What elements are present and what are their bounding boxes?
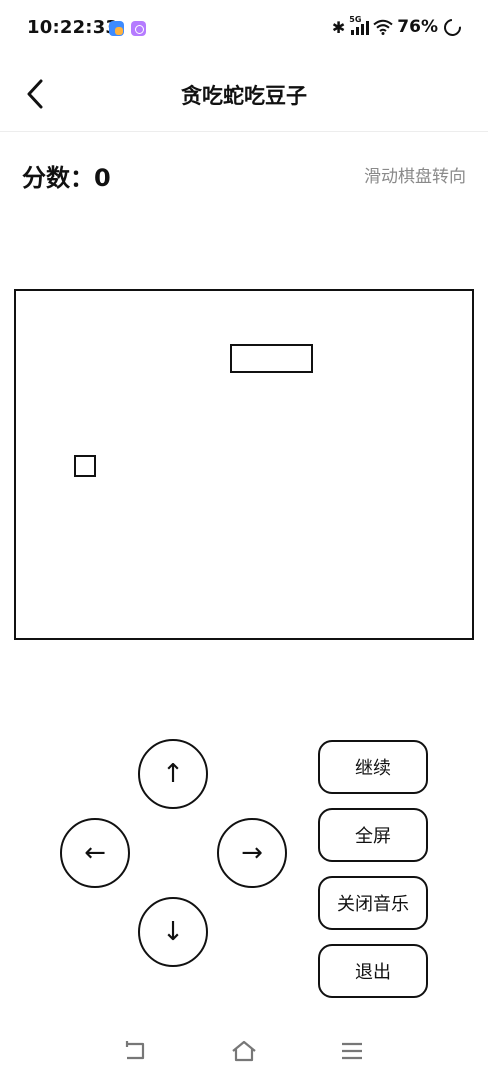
status-time: 10:22:33 xyxy=(27,17,119,38)
app-notification-icon-2 xyxy=(131,21,146,36)
status-indicators: ✱ 5G 76% xyxy=(331,15,465,39)
nav-back-button[interactable] xyxy=(121,1036,151,1066)
bluetooth-icon: ✱ xyxy=(331,17,346,37)
nav-menu-button[interactable] xyxy=(337,1036,367,1066)
system-nav-bar xyxy=(0,1022,488,1080)
return-icon xyxy=(125,1041,145,1060)
exit-button[interactable]: 退出 xyxy=(318,944,428,998)
down-button[interactable]: ↓ xyxy=(138,897,208,967)
status-bar: 10:22:33 ✱ 5G 76% xyxy=(0,0,488,58)
continue-button[interactable]: 继续 xyxy=(318,740,428,794)
app-header: 贪吃蛇吃豆子 xyxy=(0,58,488,132)
snake xyxy=(230,344,313,373)
music-toggle-button[interactable]: 关闭音乐 xyxy=(318,876,428,930)
battery-level: 76% xyxy=(397,17,438,37)
up-button[interactable]: ↑ xyxy=(138,739,208,809)
page-title: 贪吃蛇吃豆子 xyxy=(181,84,307,108)
fullscreen-button[interactable]: 全屏 xyxy=(318,808,428,862)
bean xyxy=(74,455,96,477)
cellular-signal-icon: 5G xyxy=(349,15,370,35)
app-notification-icon xyxy=(109,21,124,36)
right-button[interactable]: → xyxy=(217,818,287,888)
home-icon xyxy=(232,1040,256,1062)
swipe-hint: 滑动棋盘转向 xyxy=(364,167,466,187)
wifi-icon xyxy=(373,19,393,35)
screen: 10:22:33 ✱ 5G 76% 贪吃蛇吃豆子 分数：0 滑动棋盘转向 ↑ ←… xyxy=(0,0,488,1080)
score-label: 分数：0 xyxy=(22,164,111,192)
battery-ring-icon xyxy=(440,15,465,39)
menu-icon xyxy=(342,1042,362,1060)
network-type: 5G xyxy=(349,15,362,24)
nav-home-button[interactable] xyxy=(229,1036,259,1066)
left-button[interactable]: ← xyxy=(60,818,130,888)
game-board[interactable] xyxy=(14,289,474,640)
